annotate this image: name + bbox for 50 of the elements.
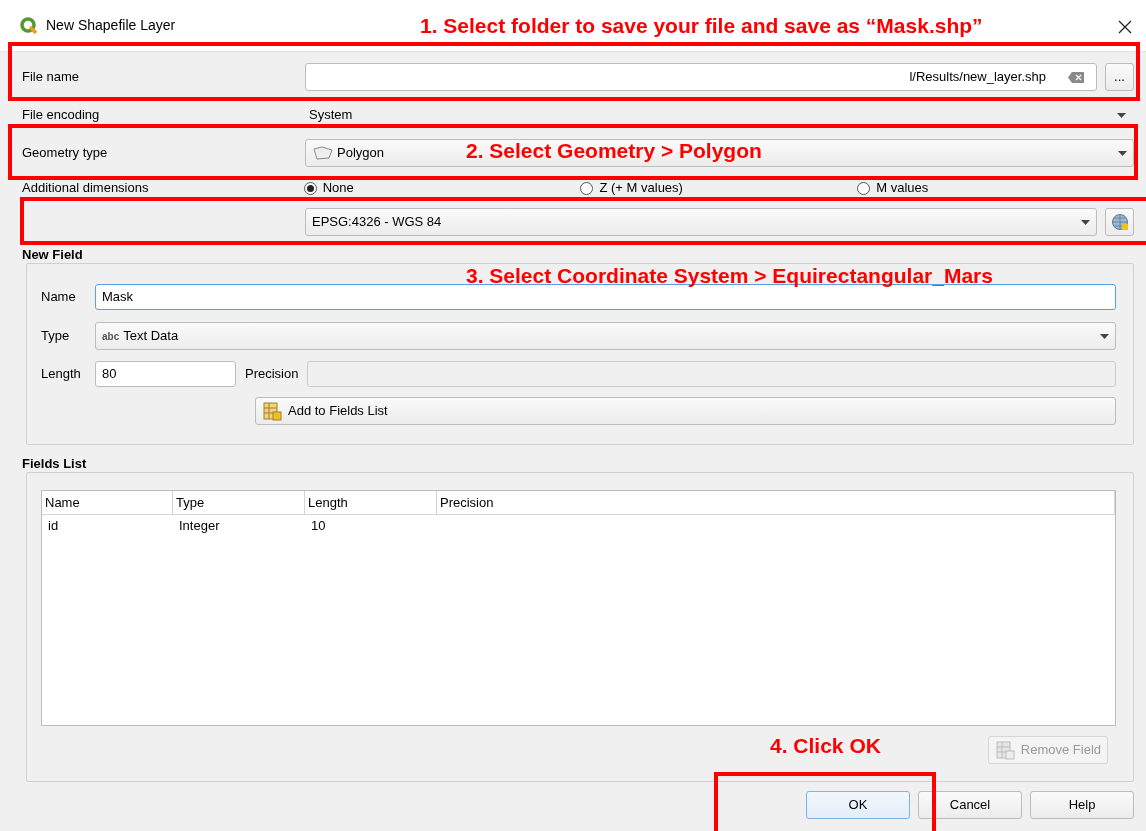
- dialog-button[interactable]: OK: [806, 791, 910, 819]
- field-label: Precision: [245, 365, 299, 384]
- table-add-icon: [262, 401, 282, 421]
- globe-icon: [1110, 213, 1129, 231]
- table-remove-icon: [994, 740, 1015, 760]
- field-label: File encoding: [22, 106, 101, 125]
- close-icon: [1118, 19, 1132, 34]
- dropdown-caret-icon: [1100, 333, 1109, 339]
- add-field-button[interactable]: Add to Fields List: [255, 397, 1116, 425]
- group-title: Fields List: [22, 456, 88, 472]
- radio-label: Z (+ M values): [599, 180, 683, 196]
- crs-select-button[interactable]: [1105, 208, 1134, 236]
- crs-dropdown[interactable]: EPSG:4326 - WGS 84: [305, 208, 1097, 236]
- field-label: Additional dimensions: [22, 180, 150, 196]
- radio-button[interactable]: [857, 181, 871, 195]
- radio-button[interactable]: [303, 181, 317, 195]
- type-dropdown[interactable]: abc Text Data: [95, 322, 1116, 350]
- field-label: File name: [22, 68, 81, 87]
- annotation-text: 2. Select Geometry > Polygon: [466, 140, 762, 161]
- column-header[interactable]: Precision: [437, 491, 1115, 515]
- field-label: Name: [41, 288, 77, 307]
- app-logo-icon: [20, 16, 38, 35]
- group-title: New Field: [22, 247, 84, 263]
- length-field[interactable]: 80: [95, 361, 236, 387]
- dialog-button[interactable]: Cancel: [918, 791, 1022, 819]
- table-cell-text: 10: [310, 517, 327, 535]
- radio-button[interactable]: [580, 181, 594, 195]
- annotation-text: 3. Select Coordinate System > Equirectangular_Mars: [466, 265, 993, 286]
- file-name-field[interactable]: l/Results/new_layer.shp: [305, 63, 1097, 91]
- window-title: New Shapefile Layer: [46, 16, 176, 35]
- radio-label: M values: [876, 180, 929, 196]
- column-header[interactable]: Length: [305, 491, 437, 515]
- radio-label: None: [322, 180, 354, 196]
- browse-button[interactable]: ...: [1105, 63, 1134, 91]
- column-header[interactable]: Type: [173, 491, 305, 515]
- annotation-text: 1. Select folder to save your file and save as “Mask.shp”: [420, 15, 983, 36]
- dropdown-caret-icon: [1118, 150, 1127, 156]
- dropdown-caret-icon: [1081, 219, 1090, 225]
- annotation-text: 4. Click OK: [770, 735, 881, 756]
- clear-icon: [1068, 71, 1084, 83]
- file-encoding-dropdown[interactable]: System: [305, 105, 1134, 125]
- polygon-icon: [312, 146, 334, 160]
- field-label: Length: [41, 365, 82, 384]
- dialog-button[interactable]: Help: [1030, 791, 1134, 819]
- table-cell-text: id: [47, 517, 60, 535]
- column-header[interactable]: Name: [42, 491, 173, 515]
- field-label: Geometry type: [22, 144, 109, 163]
- field-label: Type: [41, 327, 71, 346]
- dropdown-caret-icon: [1117, 112, 1126, 118]
- table-cell-text: Integer: [178, 517, 221, 535]
